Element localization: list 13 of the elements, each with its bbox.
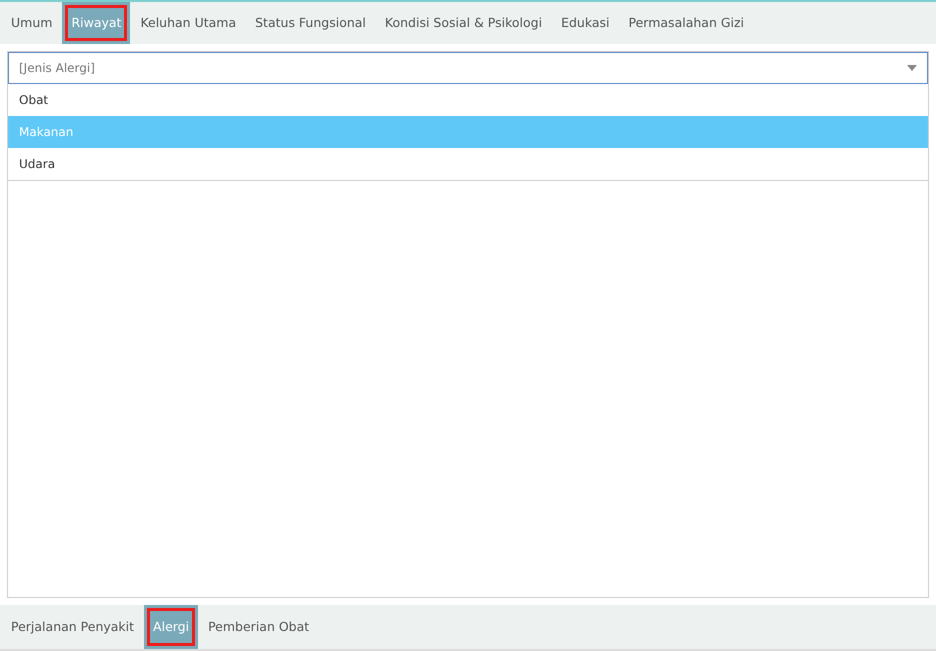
tab[interactable]: Keluhan Utama [131, 2, 246, 44]
dropdown-placeholder: [Jenis Alergi] [19, 60, 95, 77]
dropdown-select[interactable]: [Jenis Alergi] [8, 52, 928, 84]
tab[interactable]: Permasalahan Gizi [620, 2, 754, 44]
tab[interactable]: Umum [2, 2, 62, 44]
tab[interactable]: Status Fungsional [246, 2, 375, 44]
tab[interactable]: Edukasi [552, 2, 619, 44]
dropdown-option[interactable]: Obat [8, 84, 928, 116]
tab[interactable]: Perjalanan Penyakit [2, 605, 144, 649]
caret-icon [907, 65, 917, 71]
dropdown-option[interactable]: Udara [8, 148, 928, 180]
tab[interactable]: Pemberian Obat [199, 605, 318, 649]
tab[interactable]: Kondisi Sosial & Psikologi [376, 2, 552, 44]
